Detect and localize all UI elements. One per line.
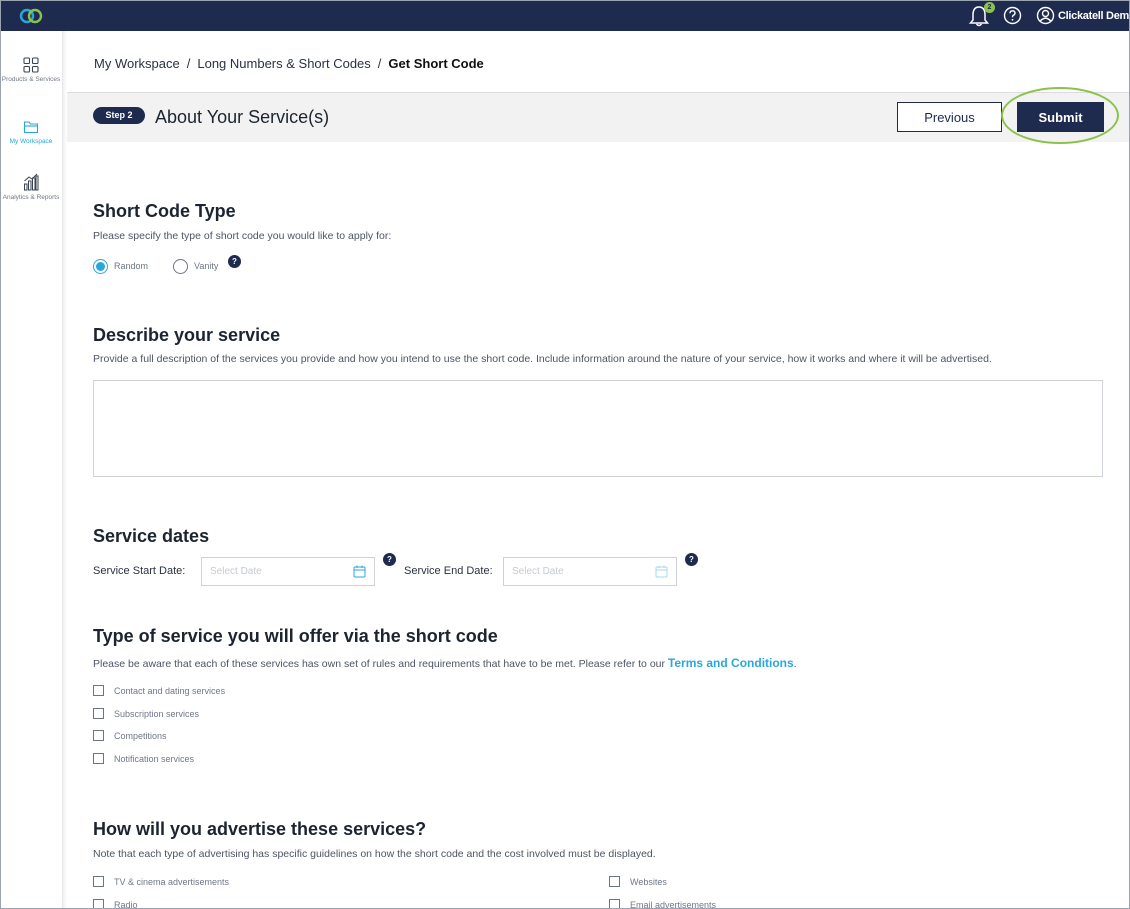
checkbox-competitions-label[interactable]: Competitions <box>114 731 167 741</box>
checkbox-tv-cinema[interactable] <box>93 876 104 887</box>
service-type-description: Please be aware that each of these servi… <box>93 656 797 670</box>
breadcrumb-long-numbers[interactable]: Long Numbers & Short Codes <box>197 56 370 71</box>
breadcrumb-separator: / <box>186 56 191 71</box>
describe-service-heading: Describe your service <box>93 325 281 345</box>
checkbox-email-ads[interactable] <box>609 899 620 908</box>
breadcrumb: My Workspace / Long Numbers & Short Codes /… <box>94 56 484 71</box>
previous-button[interactable]: Previous <box>897 102 1002 132</box>
checkbox-radio-label[interactable]: Radio <box>114 900 138 908</box>
sidebar: Products & Services My Workspace Analyti… <box>1 31 63 908</box>
radio-vanity[interactable] <box>173 259 188 274</box>
folder-icon <box>23 121 39 134</box>
calendar-icon[interactable] <box>353 565 366 578</box>
chart-icon <box>24 173 39 191</box>
vanity-help-icon[interactable]: ? <box>228 255 241 268</box>
app-window: 2 Clickatell Demo Products & Services My… <box>0 0 1130 909</box>
short-code-type-description: Please specify the type of short code yo… <box>93 230 392 242</box>
start-date-help-icon[interactable]: ? <box>383 553 396 566</box>
radio-vanity-label[interactable]: Vanity <box>194 261 218 271</box>
radio-random[interactable] <box>93 259 108 274</box>
describe-service-description: Provide a full description of the servic… <box>93 353 992 365</box>
notification-badge: 2 <box>984 2 995 13</box>
sidebar-item-label: Analytics & Reports <box>2 194 60 201</box>
short-code-type-heading: Short Code Type <box>93 201 236 221</box>
sidebar-shadow <box>63 31 67 908</box>
sidebar-item-label: My Workspace <box>9 138 53 145</box>
clickatell-logo-icon[interactable] <box>18 7 44 25</box>
top-bar: 2 Clickatell Demo <box>1 1 1129 31</box>
breadcrumb-my-workspace[interactable]: My Workspace <box>94 56 180 71</box>
end-date-placeholder: Select Date <box>512 566 564 577</box>
service-dates-heading: Service dates <box>93 526 210 546</box>
checkbox-competitions[interactable] <box>93 730 104 741</box>
submit-highlight-ring <box>1001 87 1119 144</box>
terms-and-conditions-link[interactable]: Terms and Conditions <box>668 656 794 670</box>
help-icon[interactable] <box>1003 6 1022 25</box>
checkbox-notification[interactable] <box>93 753 104 764</box>
sidebar-item-label: Products & Services <box>1 76 61 83</box>
checkbox-websites-label[interactable]: Websites <box>630 877 667 887</box>
checkbox-websites[interactable] <box>609 876 620 887</box>
checkbox-contact-dating[interactable] <box>93 685 104 696</box>
advertise-description: Note that each type of advertising has s… <box>93 848 656 860</box>
step-badge: Step 2 <box>93 107 145 124</box>
service-type-heading: Type of service you will offer via the s… <box>93 626 498 646</box>
step-title: About Your Service(s) <box>155 107 330 127</box>
advertise-heading: How will you advertise these services? <box>93 819 427 839</box>
grid-icon <box>23 57 39 73</box>
user-name[interactable]: Clickatell Demo <box>1058 10 1129 22</box>
calendar-icon[interactable] <box>655 565 668 578</box>
service-type-description-period: . <box>793 658 797 670</box>
service-end-date-input[interactable]: Select Date <box>503 557 677 586</box>
checkbox-subscription-label[interactable]: Subscription services <box>114 709 199 719</box>
end-date-help-icon[interactable]: ? <box>685 553 698 566</box>
checkbox-radio[interactable] <box>93 899 104 908</box>
start-date-placeholder: Select Date <box>210 566 262 577</box>
breadcrumb-separator: / <box>377 56 382 71</box>
sidebar-item-my-workspace[interactable]: My Workspace <box>1 119 61 146</box>
checkbox-notification-label[interactable]: Notification services <box>114 754 194 764</box>
user-avatar-icon[interactable] <box>1036 6 1055 25</box>
checkbox-tv-cinema-label[interactable]: TV & cinema advertisements <box>114 877 229 887</box>
breadcrumb-current: Get Short Code <box>388 56 484 71</box>
service-end-date-label: Service End Date: <box>404 565 493 577</box>
sidebar-item-products-services[interactable]: Products & Services <box>1 57 61 84</box>
radio-random-label[interactable]: Random <box>114 261 148 271</box>
service-description-textarea[interactable] <box>93 380 1103 477</box>
checkbox-subscription[interactable] <box>93 708 104 719</box>
sidebar-item-analytics-reports[interactable]: Analytics & Reports <box>1 173 61 202</box>
checkbox-contact-dating-label[interactable]: Contact and dating services <box>114 686 225 696</box>
step-header: Step 2 About Your Service(s) Previous Su… <box>67 92 1129 142</box>
checkbox-email-ads-label[interactable]: Email advertisements <box>630 900 716 908</box>
service-start-date-input[interactable]: Select Date <box>201 557 375 586</box>
service-type-description-text: Please be aware that each of these servi… <box>93 658 668 670</box>
service-start-date-label: Service Start Date: <box>93 565 186 577</box>
